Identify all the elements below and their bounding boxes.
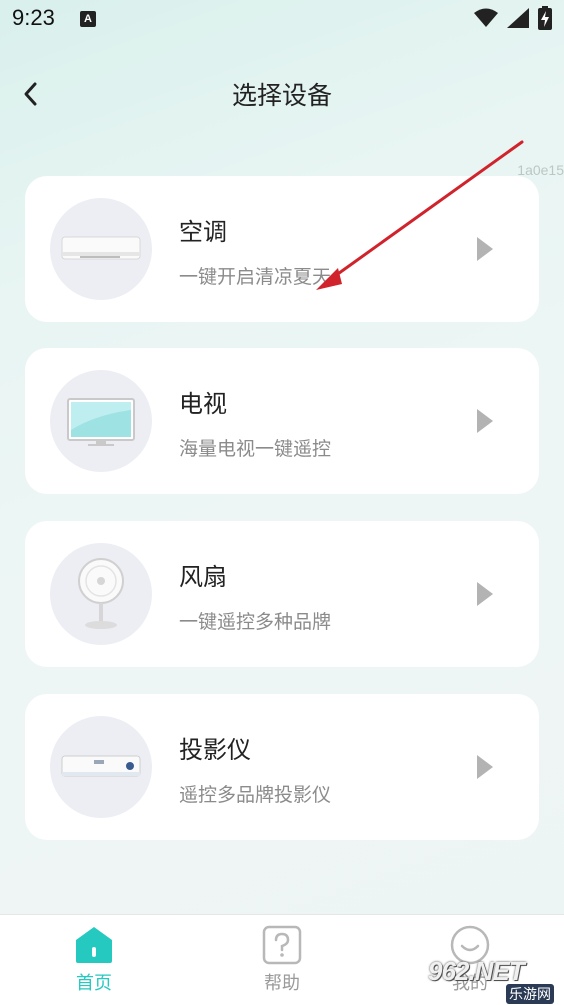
projector-icon [61, 755, 141, 777]
play-arrow-icon [477, 582, 493, 606]
tv-icon [67, 398, 135, 446]
device-icon-circle [50, 543, 152, 645]
header: 选择设备 [0, 62, 564, 126]
fan-icon [78, 558, 124, 629]
nav-item-help[interactable]: 帮助 [222, 915, 342, 1005]
status-bar: 9:23 A [0, 0, 564, 40]
device-icon-circle [50, 198, 152, 300]
device-title: 风扇 [179, 563, 227, 591]
status-time: 9:23 [12, 5, 55, 30]
page-title: 选择设备 [231, 81, 332, 110]
play-arrow-icon [477, 237, 493, 261]
status-icons [470, 6, 552, 32]
device-icon-circle [50, 370, 152, 472]
notification-a-icon: A [80, 11, 96, 27]
device-title: 投影仪 [179, 736, 251, 764]
home-icon [76, 927, 112, 963]
device-icon-circle [50, 716, 152, 818]
device-subtitle: 一键开启清凉夏天 [179, 266, 332, 288]
device-card-projector[interactable]: 投影仪 遥控多品牌投影仪 [25, 694, 539, 840]
watermark-logo-sub: 乐游网 [506, 984, 554, 1004]
device-subtitle: 一键遥控多种品牌 [179, 611, 332, 633]
watermark-id: 1a0e15 [517, 162, 564, 178]
annotation-arrow [316, 140, 524, 290]
nav-item-home[interactable]: 首页 [34, 915, 154, 1005]
help-icon [262, 925, 302, 965]
device-subtitle: 遥控多品牌投影仪 [179, 784, 332, 806]
device-card-fan[interactable]: 风扇 一键遥控多种品牌 [25, 521, 539, 667]
nav-label-home: 首页 [76, 973, 112, 994]
device-card-tv[interactable]: 电视 海量电视一键遥控 [25, 348, 539, 494]
wifi-icon [473, 8, 498, 27]
device-card-air-conditioner[interactable]: 空调 一键开启清凉夏天 [25, 176, 539, 322]
watermark-logo-main: 962.NET [428, 956, 525, 986]
device-subtitle: 海量电视一键遥控 [179, 438, 332, 460]
device-title: 空调 [179, 218, 227, 246]
nav-label-help: 帮助 [264, 973, 300, 994]
play-arrow-icon [477, 409, 493, 433]
air-conditioner-icon [61, 236, 141, 260]
play-arrow-icon [477, 755, 493, 779]
watermark-logo: 962.NET 乐游网 [428, 956, 556, 1004]
device-title: 电视 [179, 390, 227, 418]
signal-icon [506, 8, 529, 28]
battery-charging-icon [538, 6, 552, 30]
